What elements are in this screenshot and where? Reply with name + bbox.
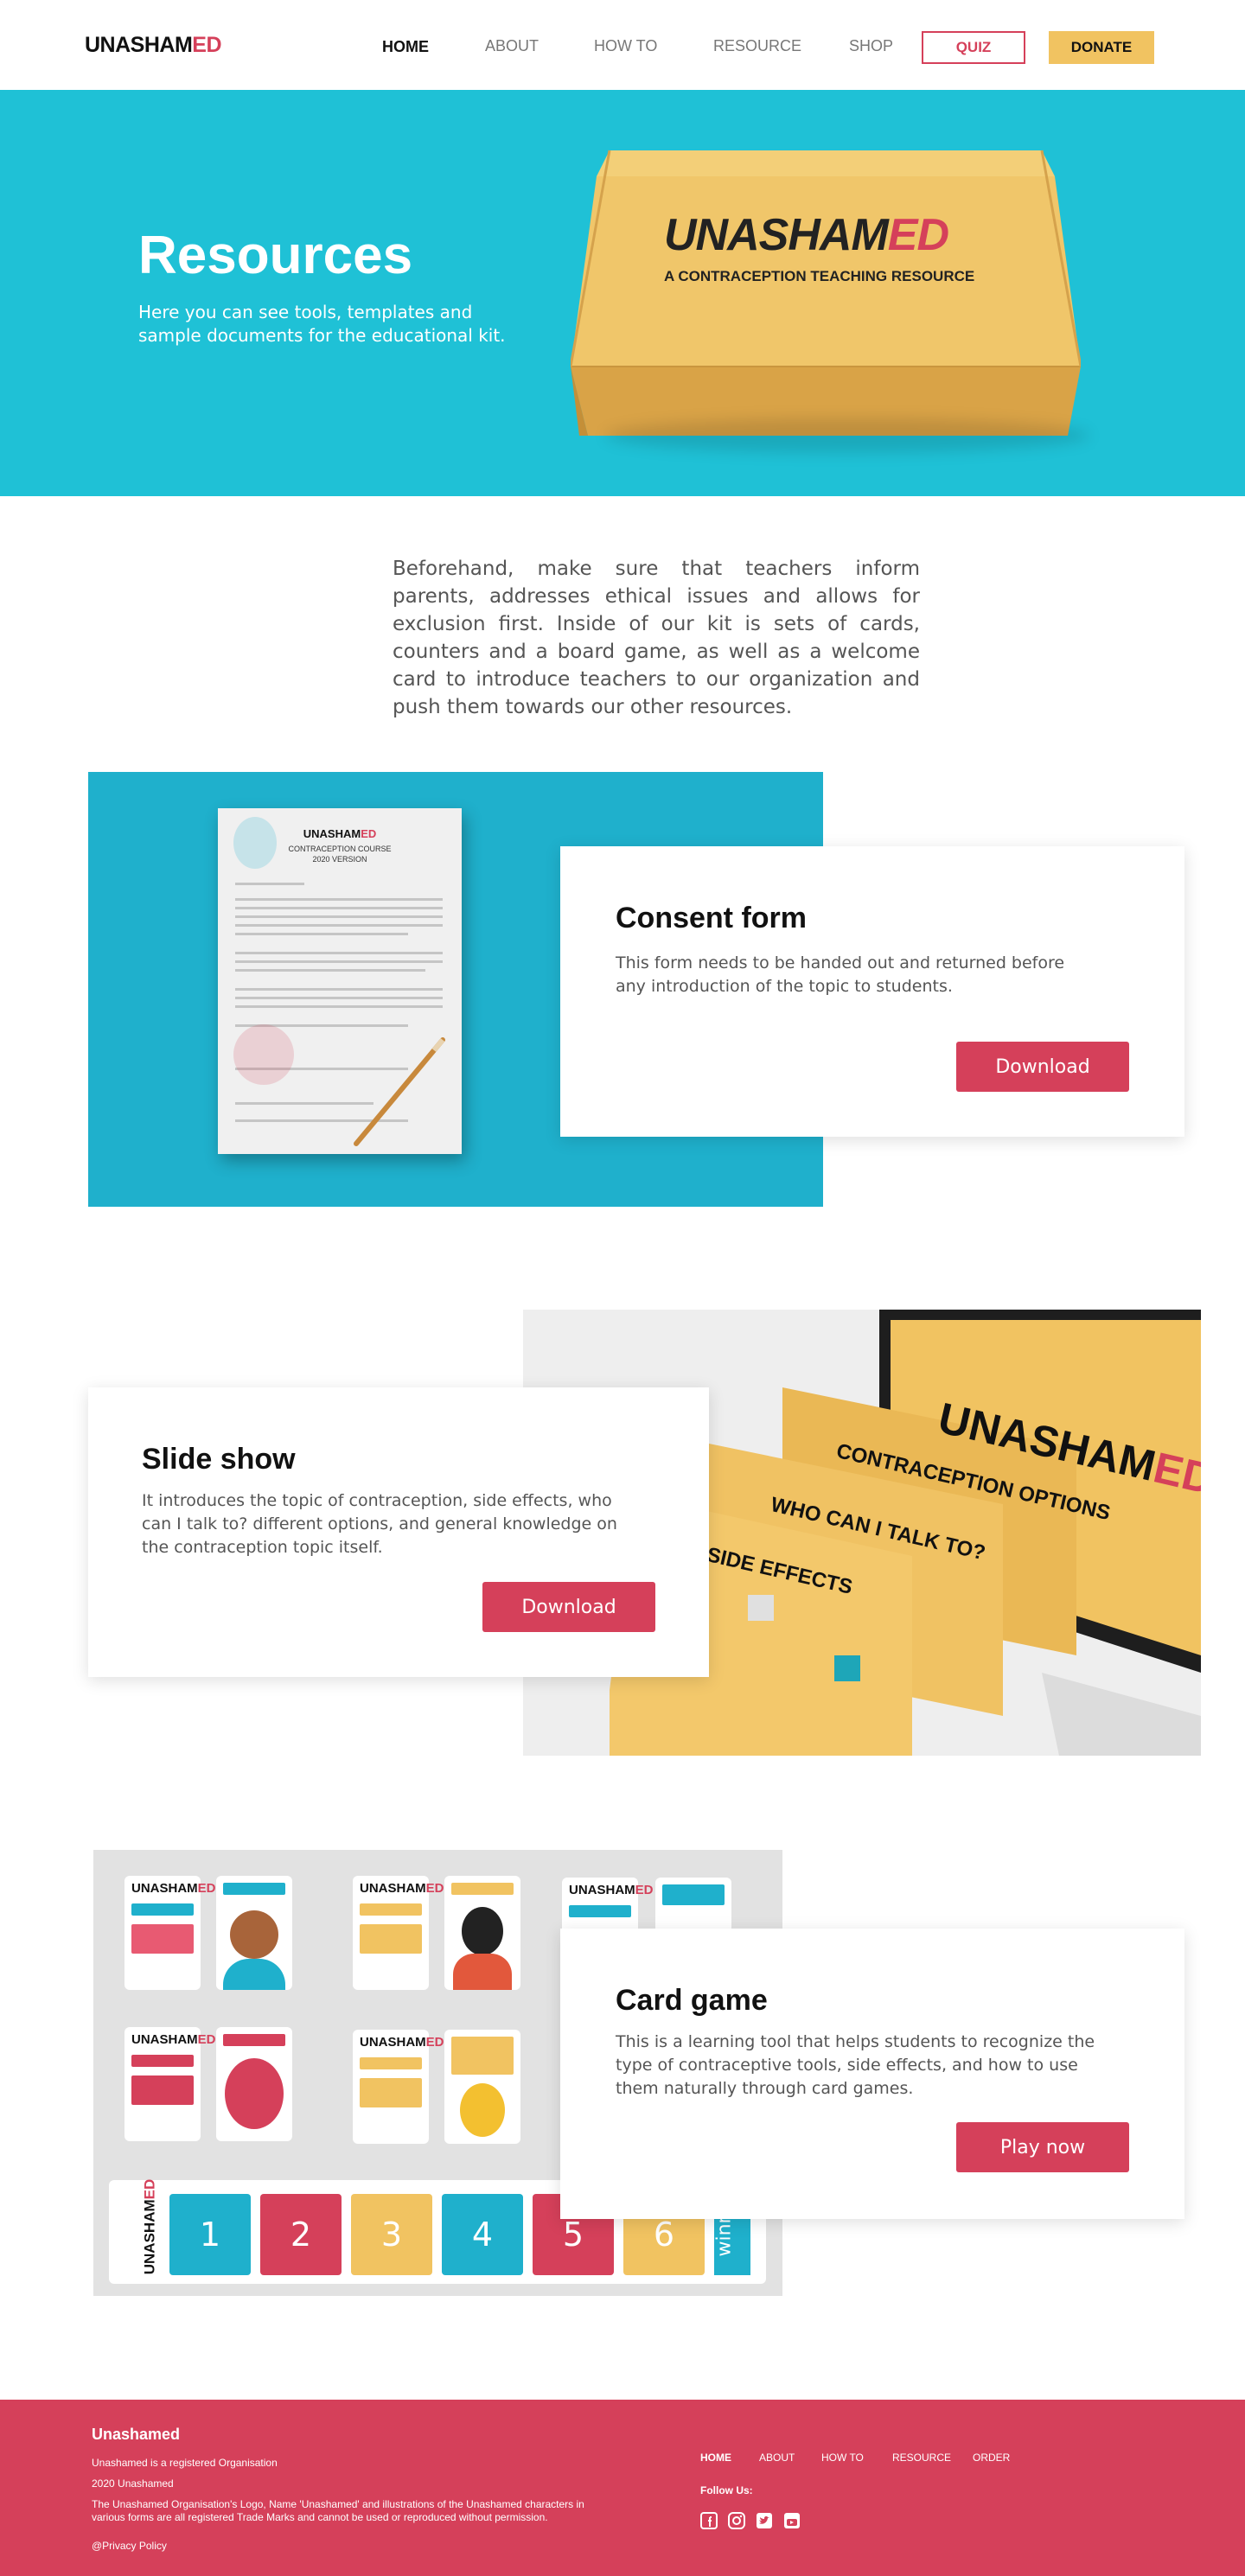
footer-nav-home[interactable]: HOME [700, 2452, 731, 2464]
slideshow-download-button[interactable]: Download [482, 1582, 655, 1632]
box-brand: UNASHAMED [664, 210, 949, 260]
footer-registered: Unashamed is a registered Organisation [92, 2457, 278, 2469]
game-card: UNASHAMED [124, 1876, 216, 1990]
quiz-button[interactable]: QUIZ [922, 31, 1025, 64]
card-brand: UNASHAMED [360, 1881, 444, 1896]
card-tag [569, 1905, 631, 1917]
top-nav: UNASHAMED HOME ABOUT HOW TO RESOURCE SHO… [0, 0, 1245, 90]
paper-line [235, 915, 443, 918]
board-tile: 4 [442, 2194, 523, 2275]
site-logo[interactable]: UNASHAMED [85, 33, 222, 58]
nav-about[interactable]: ABOUT [485, 37, 539, 55]
slideshow-description: It introduces the topic of contraception… [142, 1491, 617, 1557]
facebook-icon[interactable] [700, 2512, 718, 2529]
card-brand: UNASHAMED [131, 1881, 216, 1896]
card-tag [223, 2034, 285, 2046]
monster-icon [460, 2083, 505, 2137]
card-game-title: Card game [616, 1984, 768, 2017]
paper-line [235, 1005, 443, 1008]
card-tag [131, 2055, 194, 2067]
paper-line [235, 952, 443, 954]
box-illustration [569, 150, 1082, 436]
youtube-icon[interactable] [783, 2512, 801, 2529]
avatar [230, 1910, 278, 1959]
game-card: UNASHAMED [353, 1876, 444, 1990]
card-tag [360, 2078, 422, 2107]
avatar [462, 1907, 503, 1955]
consent-form-download-button[interactable]: Download [956, 1042, 1129, 1092]
card-game-description: This is a learning tool that helps stude… [616, 2032, 1095, 2098]
card-tag [451, 2037, 514, 2075]
hero-subtitle: Here you can see tools, templates and sa… [138, 302, 506, 346]
page-title: Resources [138, 226, 413, 285]
card-tag [360, 1903, 422, 1916]
card-tag [360, 2057, 422, 2069]
board-tile: 2 [260, 2194, 342, 2275]
paper-line [235, 883, 304, 885]
card-tag [223, 1883, 285, 1895]
nav-resource[interactable]: RESOURCE [713, 37, 801, 55]
box-tagline: A CONTRACEPTION TEACHING RESOURCE [664, 268, 975, 284]
card-tag [360, 1924, 422, 1954]
footer-nav-resource[interactable]: RESOURCE [892, 2452, 951, 2464]
footer-trademark: The Unashamed Organisation's Logo, Name … [92, 2498, 584, 2523]
game-card [216, 2027, 292, 2141]
footer-nav-order[interactable]: ORDER [973, 2452, 1010, 2464]
footer-nav-how-to[interactable]: HOW TO [821, 2452, 864, 2464]
follow-us-label: Follow Us: [700, 2484, 753, 2496]
paper-line [235, 969, 425, 972]
twitter-icon[interactable] [756, 2512, 773, 2529]
card-tag [662, 1884, 725, 1905]
nav-how-to[interactable]: HOW TO [594, 37, 657, 55]
card-brand: UNASHAMED [360, 2035, 444, 2050]
paper-line [235, 933, 408, 935]
box-shadow [605, 418, 1089, 453]
consent-form-title: Consent form [616, 902, 807, 934]
footer-nav-about[interactable]: ABOUT [759, 2452, 795, 2464]
card-tag [131, 1924, 194, 1954]
paper-line [235, 988, 443, 991]
paper-line [235, 997, 443, 999]
monster-watermark [233, 1024, 294, 1085]
slideshow-card: Slide show It introduces the topic of co… [88, 1387, 709, 1677]
game-card: UNASHAMED [124, 2027, 216, 2141]
privacy-policy-link[interactable]: @Privacy Policy [92, 2540, 593, 2553]
card-tag [131, 2075, 194, 2105]
avatar-body [223, 1959, 285, 1990]
board-brand: UNASHAMED [141, 2178, 158, 2275]
card-tag [451, 1883, 514, 1895]
paper-line [235, 907, 443, 909]
game-card [216, 1876, 292, 1990]
footer: Unashamed Unashamed is a registered Orga… [0, 2400, 1245, 2576]
donate-button[interactable]: DONATE [1049, 31, 1154, 64]
consent-form-card: Consent form This form needs to be hande… [560, 846, 1184, 1137]
nav-shop[interactable]: SHOP [849, 37, 893, 55]
monster-watermark [233, 817, 277, 869]
footer-copyright: 2020 Unashamed [92, 2477, 174, 2490]
paper-line [235, 960, 443, 963]
paper-line [235, 898, 443, 901]
monster-icon [225, 2058, 284, 2129]
hero-banner: Resources Here you can see tools, templa… [0, 90, 1245, 496]
slideshow-title: Slide show [142, 1443, 296, 1476]
game-card [444, 1876, 520, 1990]
consent-form-description: This form needs to be handed out and ret… [616, 953, 1065, 996]
footer-title: Unashamed [92, 2426, 181, 2443]
card-brand: UNASHAMED [569, 1883, 654, 1897]
card-tag [131, 1903, 194, 1916]
board-tile: 1 [169, 2194, 251, 2275]
intro-text: Beforehand, make sure that teachers info… [393, 558, 920, 718]
card-game-card: Card game This is a learning tool that h… [560, 1929, 1184, 2219]
avatar-body [453, 1954, 512, 1990]
pencil-icon [354, 1037, 445, 1146]
nav-home[interactable]: HOME [382, 38, 429, 56]
instagram-icon[interactable] [728, 2512, 745, 2529]
play-now-button[interactable]: Play now [956, 2122, 1129, 2172]
paper-line [235, 924, 443, 927]
game-card: UNASHAMED [353, 2030, 444, 2144]
kit-box-image: UNASHAMED A CONTRACEPTION TEACHING RESOU… [569, 142, 1089, 453]
board-tile: 3 [351, 2194, 432, 2275]
card-brand: UNASHAMED [131, 2032, 216, 2047]
game-card [444, 2030, 520, 2144]
